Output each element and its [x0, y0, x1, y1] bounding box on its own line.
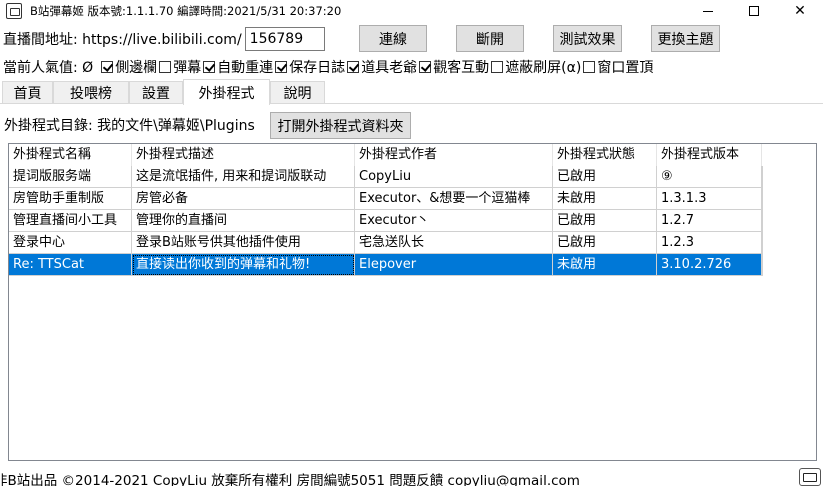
column-header-name[interactable]: 外掛程式名稱	[9, 144, 132, 166]
table-cell-version: 1.2.7	[657, 210, 762, 232]
option-checkbox-label: 自動重連	[217, 60, 274, 76]
table-row[interactable]: 房管助手重制版 房管必备 Executor、&想要一个逗猫棒 未啟用 1.3.1.3	[9, 188, 762, 210]
keyboard-button[interactable]	[799, 468, 821, 486]
checkbox-checked-icon[interactable]	[347, 61, 360, 73]
table-cell-name: 管理直播间小工具	[9, 210, 132, 232]
option-checkbox-label: 遮蔽刷屏(α)	[505, 60, 582, 76]
popularity-label: 當前人氣值: Ø	[3, 60, 94, 76]
option-checkbox-label: 側邊欄	[115, 60, 158, 76]
option-checkbox[interactable]: 自動重連	[203, 57, 273, 77]
room-id-input[interactable]: 156789	[244, 27, 325, 51]
checkbox-checked-icon[interactable]	[419, 61, 432, 73]
table-cell-name: 房管助手重制版	[9, 188, 132, 210]
table-cell-status: 已啟用	[553, 232, 657, 254]
table-cell-author: CopyLiu	[355, 166, 553, 188]
table-cell-desc: 管理你的直播间	[132, 210, 355, 232]
app-icon	[6, 3, 22, 19]
option-checkbox[interactable]: 窗口置頂	[583, 57, 653, 77]
option-checkbox[interactable]: 保存日誌	[275, 57, 345, 77]
table-cell-desc: 直接读出你收到的弹幕和礼物!	[132, 254, 355, 276]
table-row[interactable]: 提词版服务端 这是流氓插件, 用来和提词版联动 CopyLiu 已啟用 ⑨	[9, 166, 762, 188]
column-header-author[interactable]: 外掛程式作者	[355, 144, 553, 166]
table-cell-status: 已啟用	[553, 210, 657, 232]
open-plugin-folder-button[interactable]: 打開外掛程式資料夾	[270, 112, 411, 139]
option-checkbox[interactable]: 側邊欄	[101, 57, 157, 77]
title-bar[interactable]: B站彈幕姬 版本號:1.1.1.70 編譯時間:2021/5/31 20:37:…	[0, 0, 823, 22]
table-cell-status: 已啟用	[553, 166, 657, 188]
connect-button[interactable]: 連線	[359, 25, 427, 52]
option-checkbox[interactable]: 彈幕	[159, 57, 201, 77]
column-header-status[interactable]: 外掛程式狀態	[553, 144, 657, 166]
table-cell-version: 3.10.2.726	[657, 254, 762, 276]
table-cell-name: 登录中心	[9, 232, 132, 254]
table-row[interactable]: 管理直播间小工具 管理你的直播间 Executor丶 已啟用 1.2.7	[9, 210, 762, 232]
table-cell-author: 宅急送队长	[355, 232, 553, 254]
option-checkbox[interactable]: 觀客互動	[419, 57, 489, 77]
checkbox-unchecked-icon[interactable]	[159, 61, 172, 73]
window-title: B站彈幕姬 版本號:1.1.1.70 編譯時間:2021/5/31 20:37:…	[30, 4, 342, 18]
address-row: 直播間地址: https://live.bilibili.com/ 156789	[0, 26, 325, 52]
option-checkbox-label: 彈幕	[173, 60, 202, 76]
checkbox-unchecked-icon[interactable]	[583, 61, 596, 73]
maximize-icon	[749, 6, 759, 16]
close-button[interactable]: ✕	[777, 0, 823, 22]
checkbox-checked-icon[interactable]	[203, 61, 216, 73]
plugin-list-filler	[762, 166, 816, 276]
table-cell-desc: 这是流氓插件, 用来和提词版联动	[132, 166, 355, 188]
table-cell-name: 提词版服务端	[9, 166, 132, 188]
options-row: 當前人氣值: Ø 側邊欄 彈幕 自動重連 保存日誌 道具老爺 觀客互動 遮蔽刷屏(α) 窗口置…	[0, 57, 655, 77]
address-label: 直播間地址: https://live.bilibili.com/	[3, 32, 242, 48]
tab-settings[interactable]: 設置	[129, 81, 183, 104]
keyboard-icon	[803, 472, 817, 482]
table-cell-author: Executor、&想要一个逗猫棒	[355, 188, 553, 210]
option-checkbox[interactable]: 遮蔽刷屏(α)	[491, 57, 581, 77]
plugin-directory-label: 外掛程式目錄: 我的文件\弹幕姬\Plugins	[4, 118, 255, 134]
status-text: 非B站出品 ©2014-2021 CopyLiu 放棄所有權利 房間編號5051…	[0, 473, 580, 486]
options-checkboxes: 側邊欄 彈幕 自動重連 保存日誌 道具老爺 觀客互動 遮蔽刷屏(α) 窗口置頂	[101, 57, 655, 77]
table-cell-status: 未啟用	[553, 188, 657, 210]
plugin-list-header: 外掛程式名稱 外掛程式描述 外掛程式作者 外掛程式狀態 外掛程式版本	[9, 144, 816, 166]
option-checkbox-label: 窗口置頂	[597, 60, 654, 76]
minimize-button[interactable]	[685, 0, 731, 22]
option-checkbox[interactable]: 道具老爺	[347, 57, 417, 77]
checkbox-unchecked-icon[interactable]	[491, 61, 504, 73]
tab-strip: 首頁 投喂榜 設置 外掛程式 說明	[0, 79, 823, 105]
checkbox-checked-icon[interactable]	[101, 61, 114, 73]
table-cell-status: 未啟用	[553, 254, 657, 276]
table-cell-version: 1.2.3	[657, 232, 762, 254]
column-header-description[interactable]: 外掛程式描述	[132, 144, 355, 166]
minimize-icon	[703, 10, 713, 12]
table-row[interactable]: 登录中心 登录B站账号供其他插件使用 宅急送队长 已啟用 1.2.3	[9, 232, 762, 254]
test-effect-button[interactable]: 測試效果	[553, 25, 622, 52]
tab-gift-ranking[interactable]: 投喂榜	[53, 81, 129, 104]
table-cell-desc: 房管必备	[132, 188, 355, 210]
window-controls: ✕	[685, 0, 823, 22]
status-bar: 非B站出品 ©2014-2021 CopyLiu 放棄所有權利 房間編號5051…	[0, 469, 823, 486]
table-row[interactable]: Re: TTSCat 直接读出你收到的弹幕和礼物! Elepover 未啟用 3.10.…	[9, 254, 762, 276]
change-theme-button[interactable]: 更換主題	[651, 25, 720, 52]
option-checkbox-label: 保存日誌	[289, 60, 346, 76]
table-cell-version: 1.3.1.3	[657, 188, 762, 210]
tab-plugins[interactable]: 外掛程式	[183, 79, 270, 105]
table-cell-version: ⑨	[657, 166, 762, 188]
tab-divider	[0, 103, 823, 104]
table-cell-author: Executor丶	[355, 210, 553, 232]
table-cell-desc: 登录B站账号供其他插件使用	[132, 232, 355, 254]
maximize-button[interactable]	[731, 0, 777, 22]
table-cell-name: Re: TTSCat	[9, 254, 132, 276]
column-header-version[interactable]: 外掛程式版本	[657, 144, 762, 166]
option-checkbox-label: 道具老爺	[361, 60, 418, 76]
close-icon: ✕	[794, 3, 806, 19]
tab-home[interactable]: 首頁	[2, 81, 53, 104]
table-cell-author: Elepover	[355, 254, 553, 276]
tab-help[interactable]: 說明	[270, 81, 325, 104]
plugin-list[interactable]: 外掛程式名稱 外掛程式描述 外掛程式作者 外掛程式狀態 外掛程式版本 提词版服务…	[8, 143, 817, 461]
checkbox-checked-icon[interactable]	[275, 61, 288, 73]
disconnect-button[interactable]: 斷開	[456, 25, 524, 52]
option-checkbox-label: 觀客互動	[433, 60, 490, 76]
